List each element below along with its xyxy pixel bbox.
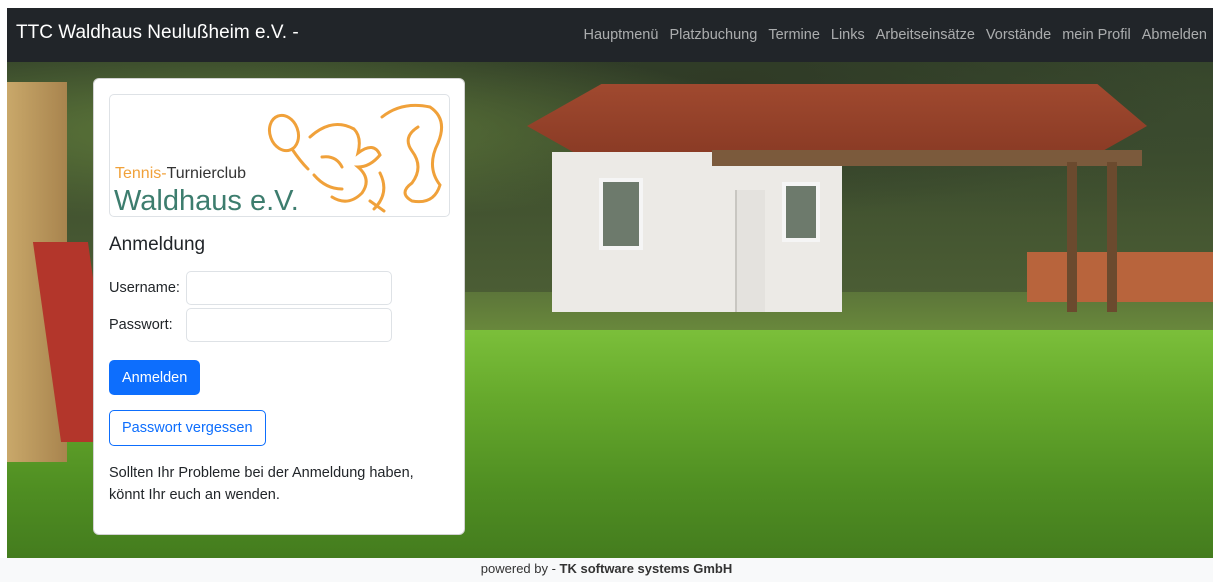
logo-subtitle-suffix: Turnierclub	[166, 165, 247, 182]
login-title: Anmeldung	[109, 234, 206, 255]
brand-title[interactable]: TTC Waldhaus Neulußheim e.V. -	[16, 22, 299, 44]
nav-arbeitseinsaetze[interactable]: Arbeitseinsätze	[876, 27, 975, 43]
help-text: Sollten Ihr Probleme bei der Anmeldung h…	[109, 465, 414, 503]
forgot-password-button[interactable]: Passwort vergessen	[109, 410, 266, 446]
password-row: Passwort:	[109, 308, 392, 342]
password-label: Passwort:	[109, 317, 173, 333]
nav-termine[interactable]: Termine	[768, 27, 820, 43]
tennis-court	[1027, 252, 1213, 302]
logo-subtitle-prefix: Tennis-	[115, 165, 167, 182]
footer-prefix: powered by -	[480, 561, 560, 576]
username-input[interactable]	[186, 271, 392, 305]
username-row: Username:	[109, 271, 392, 305]
club-logo: Tennis-Turnierclub Waldhaus e.V.	[109, 94, 450, 217]
footer-company[interactable]: TK software systems GmbH	[560, 561, 733, 576]
nav-links[interactable]: Links	[831, 27, 865, 43]
footer: powered by - TK software systems GmbH	[0, 558, 1213, 582]
username-label: Username:	[109, 280, 180, 296]
nav-platzbuchung[interactable]: Platzbuchung	[669, 27, 757, 43]
clubhouse-window	[782, 182, 820, 242]
main-nav: Hauptmenü Platzbuchung Termine Links Arb…	[583, 27, 1207, 43]
login-button[interactable]: Anmelden	[109, 360, 201, 395]
logo-subtitle: Tennis-Turnierclub	[115, 165, 246, 183]
clubhouse-window	[599, 178, 643, 250]
pergola-post	[1107, 162, 1117, 312]
navbar: TTC Waldhaus Neulußheim e.V. - Hauptmenü…	[7, 8, 1213, 62]
logo-title: Waldhaus e.V.	[114, 185, 299, 217]
nav-hauptmenue[interactable]: Hauptmenü	[583, 27, 658, 43]
nav-mein-profil[interactable]: mein Profil	[1062, 27, 1131, 43]
pergola-beam	[712, 150, 1142, 166]
clubhouse-door	[735, 190, 765, 312]
nav-vorstaende[interactable]: Vorstände	[986, 27, 1051, 43]
clubhouse-roof	[527, 84, 1147, 154]
nav-abmelden[interactable]: Abmelden	[1142, 27, 1207, 43]
pergola-post	[1067, 162, 1077, 312]
page-frame: TTC Waldhaus Neulußheim e.V. - Hauptmenü…	[7, 8, 1213, 558]
login-card: Tennis-Turnierclub Waldhaus e.V. Anmeldu…	[93, 78, 465, 535]
password-input[interactable]	[186, 308, 392, 342]
